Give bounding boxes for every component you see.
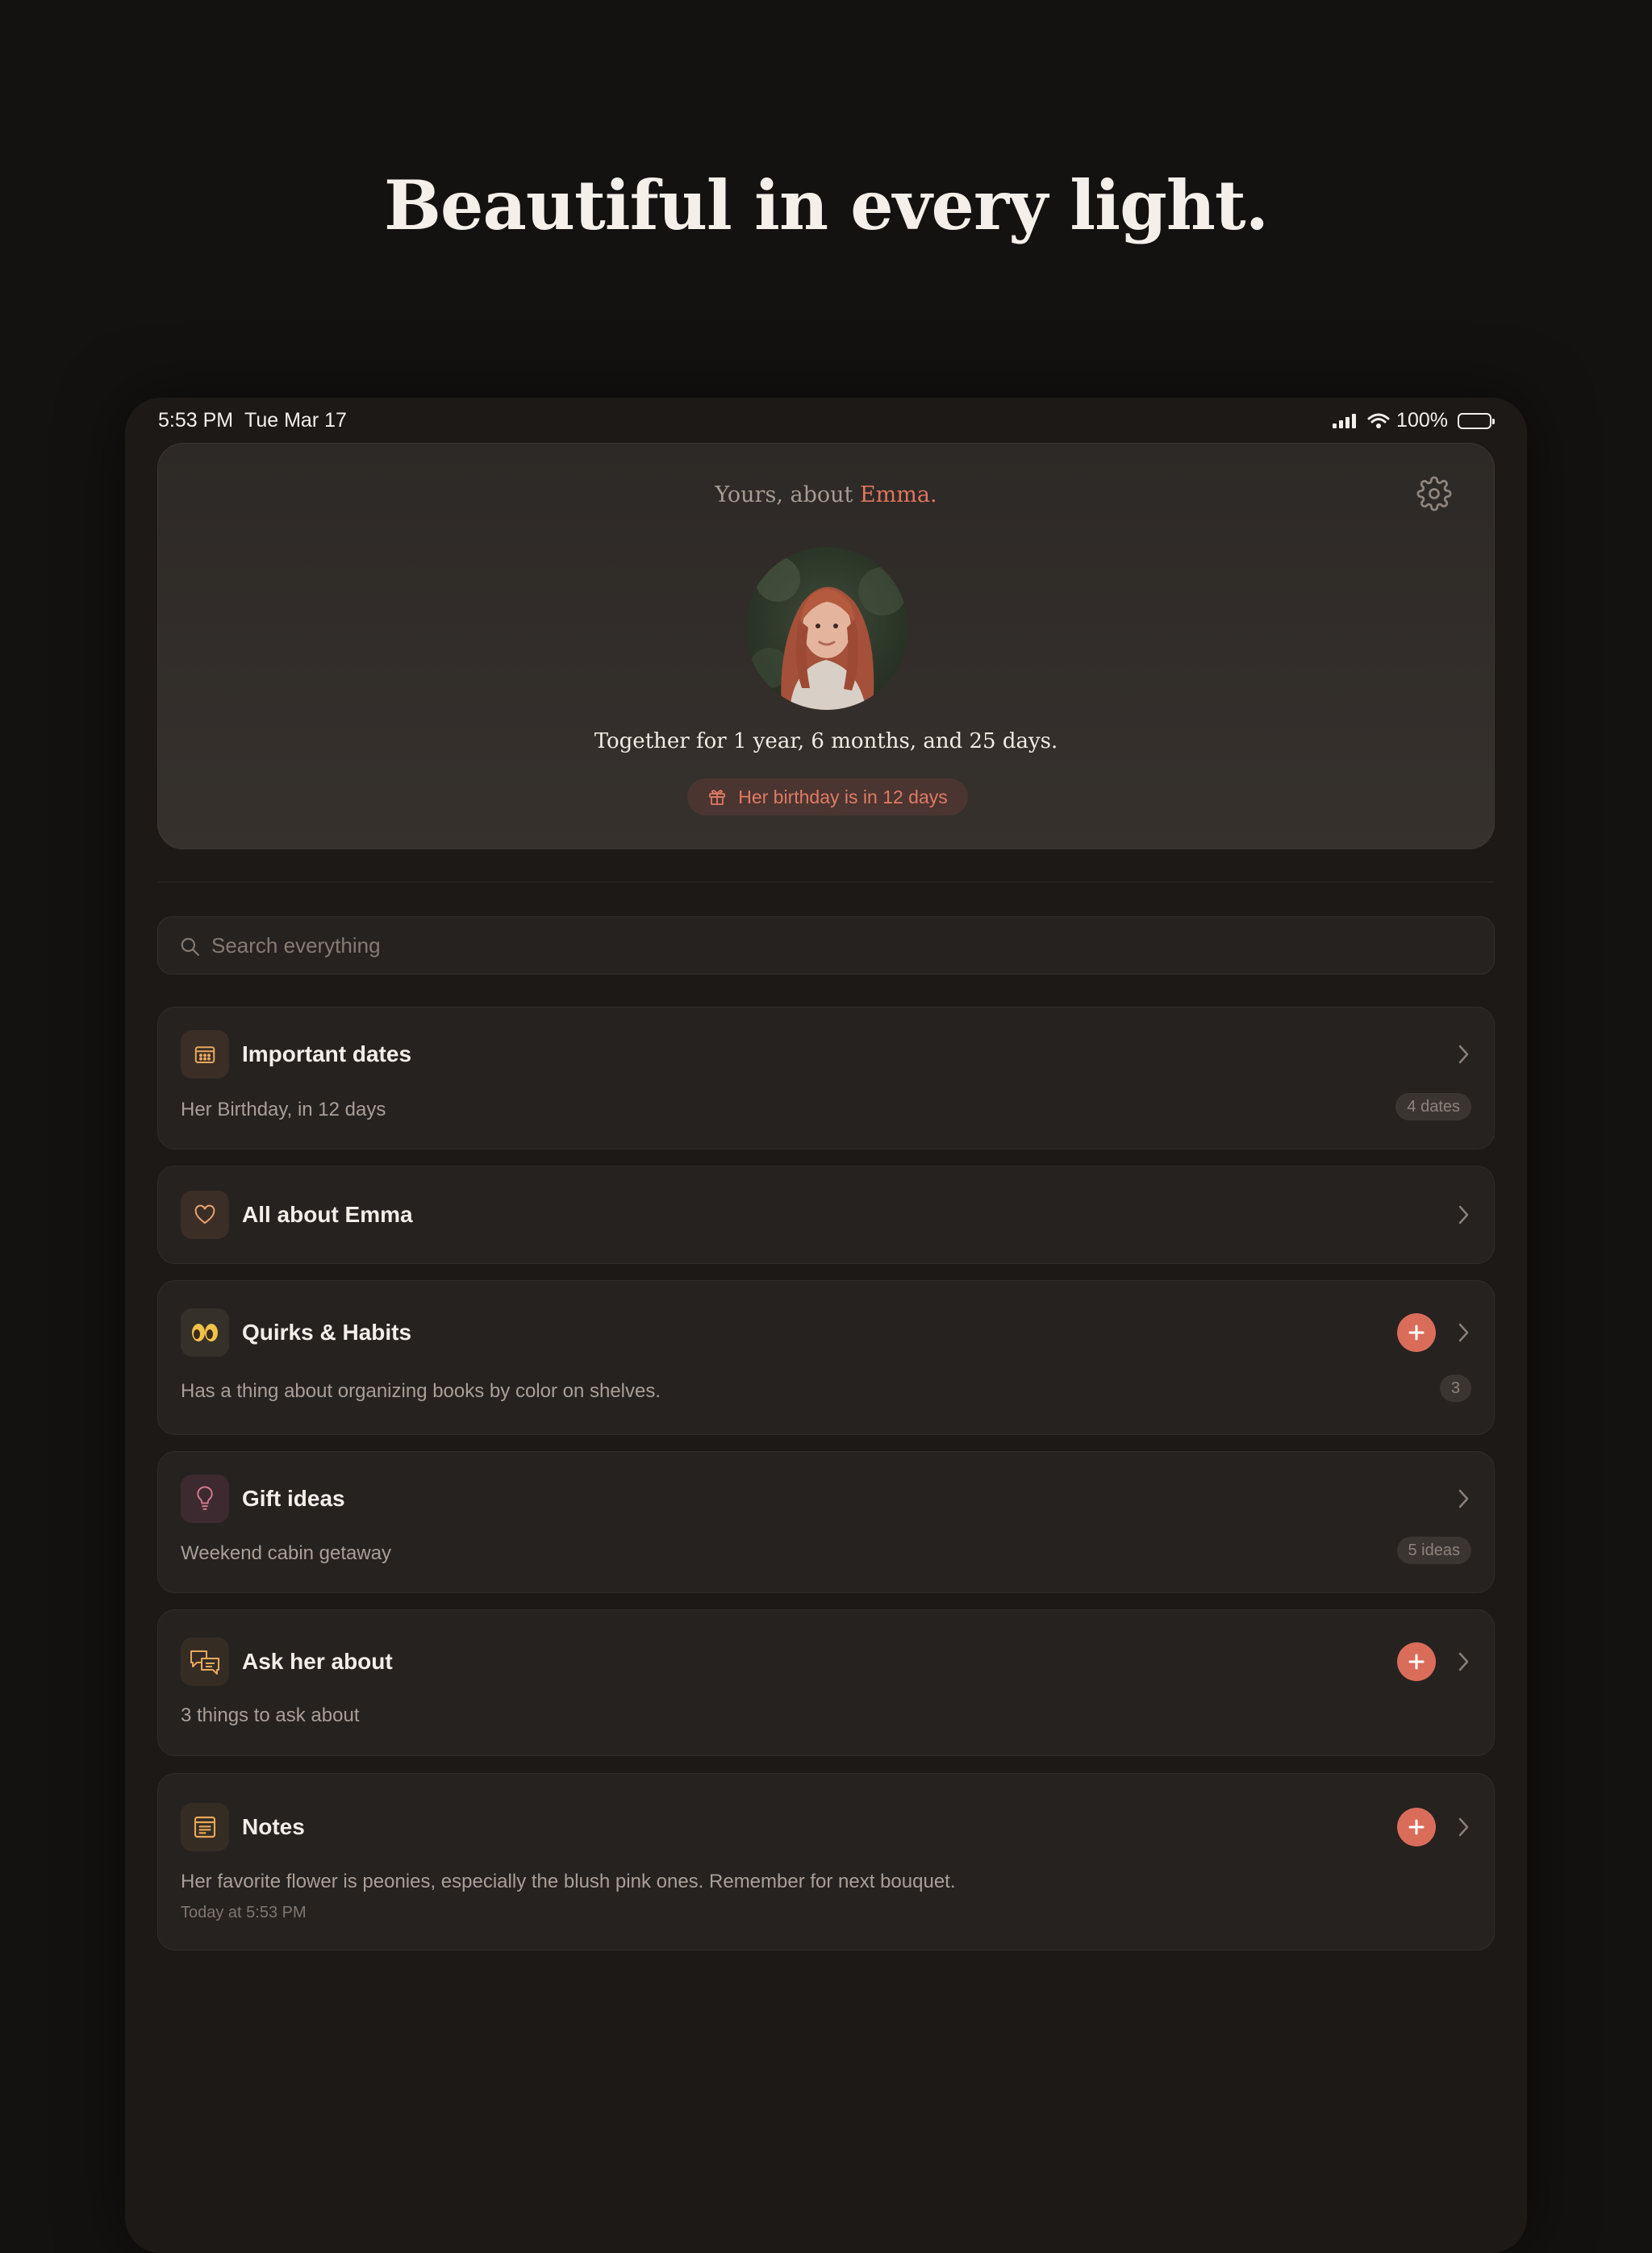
battery-percentage: 100% [1396,409,1448,432]
chevron-right-icon[interactable] [1455,1487,1471,1510]
card-subtitle: Her Birthday, in 12 days [181,1099,386,1120]
status-bar: 5:53 PM Tue Mar 17 100% [125,398,1527,443]
search-icon [181,937,199,956]
note-timestamp: Today at 5:53 PM [181,1904,307,1921]
add-question-button[interactable] [1397,1642,1436,1681]
search-input[interactable] [211,917,1421,974]
tablet-screen: 5:53 PM Tue Mar 17 100% Yours, about Emm… [125,398,1527,2253]
card-title: Quirks & Habits [242,1320,412,1345]
battery-icon [1458,412,1495,429]
count-badge: 5 ideas [1396,1537,1471,1564]
chevron-right-icon[interactable] [1455,1650,1471,1673]
avatar-portrait [749,557,907,710]
important-dates-card[interactable]: Important dates Her Birthday, in 12 days… [157,1007,1495,1149]
speech-bubbles-icon [181,1638,229,1686]
count-badge: 4 dates [1395,1093,1471,1120]
card-title: Notes [242,1814,305,1839]
calendar-icon [181,1030,229,1079]
count-badge: 3 [1439,1375,1471,1402]
chevron-right-icon[interactable] [1455,1204,1471,1226]
card-title: Gift ideas [242,1486,345,1511]
profile-card: Yours, about Emma. Together for 1 year, … [157,443,1495,849]
avatar[interactable] [745,547,908,710]
plus-icon [1408,1654,1425,1670]
eyes-icon [181,1308,229,1357]
all-about-card[interactable]: All about Emma [157,1166,1495,1264]
profile-title-prefix: Yours, about [715,482,853,507]
marketing-headline: Beautiful in every light. [384,165,1269,245]
ask-her-about-card[interactable]: Ask her about 3 things to ask about [157,1609,1495,1756]
status-date: Tue Mar 17 [244,409,347,432]
wifi-icon [1367,413,1390,428]
birthday-countdown-text: Her birthday is in 12 days [738,786,948,807]
status-indicators: 100% [1333,409,1495,432]
gift-ideas-card[interactable]: Gift ideas Weekend cabin getaway 5 ideas [157,1451,1495,1593]
card-title: All about Emma [242,1202,413,1227]
cellular-signal-icon [1333,413,1357,428]
card-subtitle: 3 things to ask about [181,1704,360,1726]
gear-icon[interactable] [1416,476,1452,511]
plus-icon [1408,1819,1425,1835]
heart-icon [181,1191,229,1239]
chevron-right-icon[interactable] [1455,1816,1471,1838]
add-quirk-button[interactable] [1397,1313,1436,1352]
quirks-habits-card[interactable]: Quirks & Habits Has a thing about organi… [157,1280,1495,1435]
plus-icon [1408,1325,1425,1341]
card-subtitle: Has a thing about organizing books by co… [181,1380,661,1402]
search-bar[interactable] [157,916,1495,974]
chevron-right-icon[interactable] [1455,1043,1471,1066]
partner-name[interactable]: Emma [860,482,930,507]
card-subtitle: Her favorite flower is peonies, especial… [181,1871,956,1892]
note-icon [181,1803,229,1851]
profile-title-suffix: . [929,482,937,507]
notes-card[interactable]: Notes Her favorite flower is peonies, es… [157,1773,1495,1951]
card-title: Important dates [242,1041,412,1066]
gift-icon [709,790,726,805]
add-note-button[interactable] [1397,1808,1436,1846]
relationship-duration: Together for 1 year, 6 months, and 25 da… [594,729,1058,753]
card-subtitle: Weekend cabin getaway [181,1542,392,1564]
status-time: 5:53 PM [158,409,234,432]
lightbulb-icon [181,1475,229,1523]
chevron-right-icon[interactable] [1455,1321,1471,1344]
card-title: Ask her about [242,1649,393,1674]
birthday-countdown-badge[interactable]: Her birthday is in 12 days [687,778,968,816]
profile-title: Yours, about Emma. [158,482,1494,507]
